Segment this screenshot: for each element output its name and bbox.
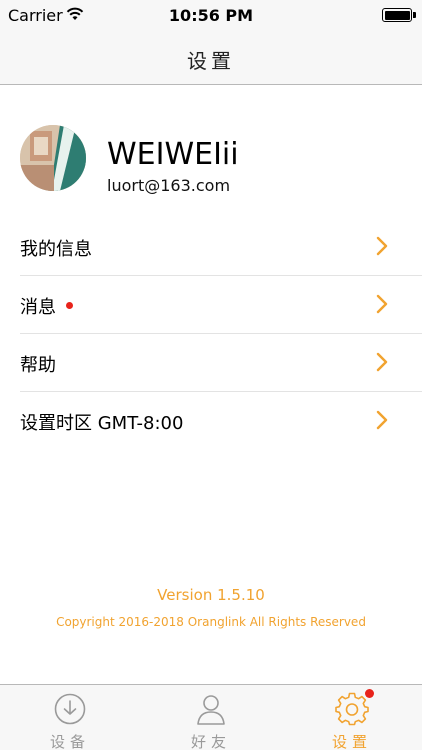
tab-label: 设备 [49, 733, 90, 750]
user-icon [197, 695, 225, 725]
nav-bar: 设置 [0, 30, 422, 85]
tab-label: 设置 [331, 733, 372, 750]
menu-item-my-info[interactable]: 我的信息 [20, 218, 422, 276]
tab-settings[interactable]: 设置 [282, 685, 422, 750]
chevron-right-icon [376, 410, 388, 430]
settings-menu: 我的信息 消息 帮助 设置时区 GMT-8:00 [0, 218, 422, 450]
menu-item-label: 帮助 [20, 355, 56, 376]
profile-name: WEIWEIii [107, 137, 239, 172]
version-label: Version 1.5.10 [157, 586, 265, 604]
avatar[interactable] [20, 125, 86, 191]
unread-dot [66, 302, 73, 309]
tab-bar: 设备 好友 设置 [0, 684, 422, 750]
page-title: 设置 [187, 49, 235, 73]
profile-header[interactable]: WEIWEIii luort@163.com [20, 125, 400, 195]
tab-devices[interactable]: 设备 [0, 685, 140, 750]
menu-item-help[interactable]: 帮助 [20, 334, 422, 392]
status-bar: Carrier 10:56 PM [0, 0, 422, 30]
chevron-right-icon [376, 294, 388, 314]
gear-icon [335, 692, 369, 726]
clock: 10:56 PM [168, 6, 254, 25]
profile-email: luort@163.com [107, 176, 231, 195]
menu-item-label: 我的信息 [20, 239, 92, 260]
chevron-right-icon [376, 352, 388, 372]
notification-badge [365, 689, 374, 698]
menu-item-messages[interactable]: 消息 [20, 276, 422, 334]
menu-item-timezone[interactable]: 设置时区 GMT-8:00 [20, 392, 422, 450]
tab-friends[interactable]: 好友 [141, 685, 281, 750]
tab-label: 好友 [190, 733, 231, 750]
device-icon [54, 693, 86, 725]
copyright-label: Copyright 2016-2018 Oranglink All Rights… [56, 615, 366, 629]
battery-icon [382, 8, 416, 22]
menu-item-label: 消息 [20, 297, 56, 318]
chevron-right-icon [376, 236, 388, 256]
menu-item-label: 设置时区 GMT-8:00 [20, 413, 184, 434]
